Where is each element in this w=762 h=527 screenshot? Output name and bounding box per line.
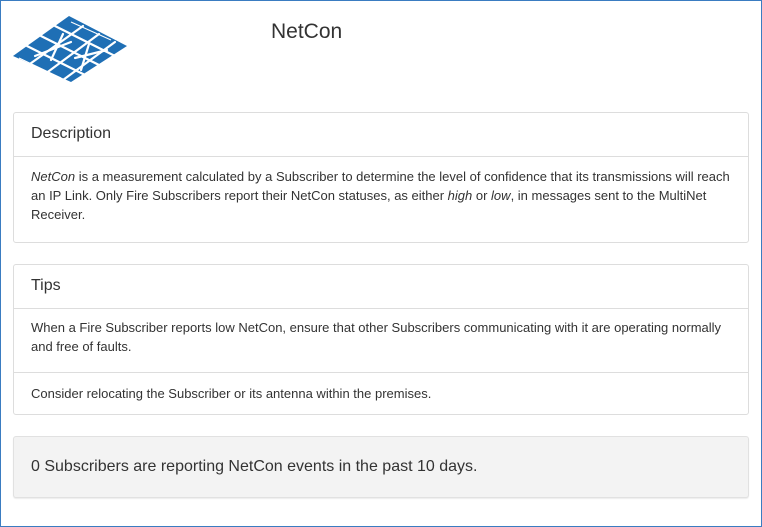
app-window: NetCon Description NetCon is a measureme… bbox=[0, 0, 762, 527]
tips-panel: Tips When a Fire Subscriber reports low … bbox=[13, 264, 749, 415]
tips-heading: Tips bbox=[14, 265, 748, 309]
status-well: 0 Subscribers are reporting NetCon event… bbox=[13, 436, 749, 498]
status-message: 0 Subscribers are reporting NetCon event… bbox=[31, 458, 478, 475]
description-panel: Description NetCon is a measurement calc… bbox=[13, 112, 749, 243]
page-title: NetCon bbox=[271, 20, 343, 43]
description-heading: Description bbox=[14, 113, 748, 157]
description-text: NetCon is a measurement calculated by a … bbox=[14, 157, 748, 224]
description-or: or bbox=[472, 188, 492, 203]
description-high: high bbox=[447, 188, 473, 203]
multinet-grid-logo-icon bbox=[13, 16, 127, 82]
list-item: Consider relocating the Subscriber or it… bbox=[14, 372, 748, 414]
description-term: NetCon bbox=[31, 169, 76, 184]
description-low: low bbox=[491, 188, 511, 203]
list-item: When a Fire Subscriber reports low NetCo… bbox=[31, 320, 722, 354]
page-header: NetCon bbox=[1, 1, 761, 101]
